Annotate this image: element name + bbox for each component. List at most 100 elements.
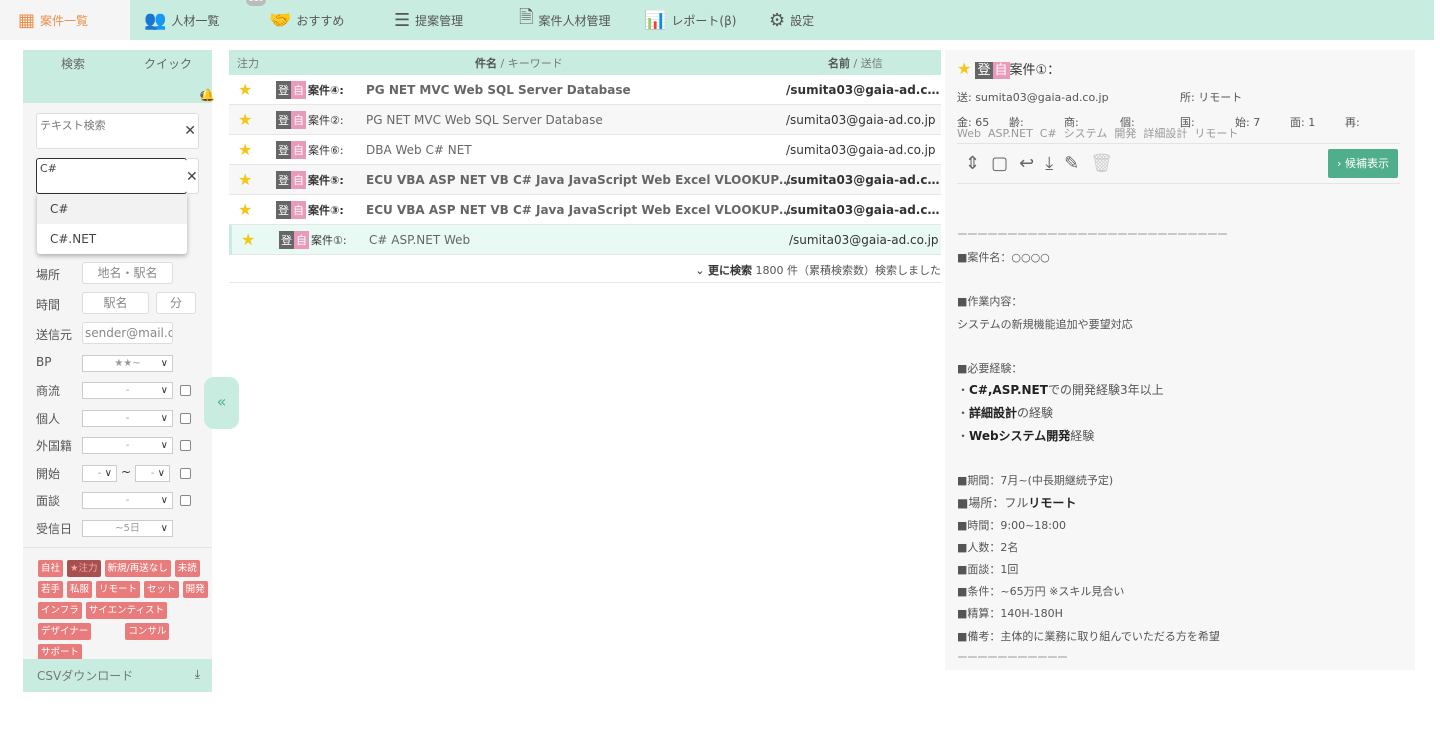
interview-checkbox[interactable] (180, 495, 191, 506)
row-name: 案件②: (308, 113, 344, 127)
tag-button[interactable]: ★注力 (67, 560, 101, 577)
csv-download-button[interactable]: CSVダウンロード ⤓ (23, 659, 212, 692)
chevron-down-icon: ∨ (157, 468, 165, 479)
self-tag: 自 (291, 140, 306, 159)
row-sender: /sumita03@gaia-ad.c… (786, 172, 940, 187)
time-label: 時間 (36, 298, 61, 312)
text-search-input[interactable]: テキスト検索 ✕ (36, 113, 199, 149)
tab-settings[interactable]: ⚙ 設定 (755, 0, 828, 40)
start-checkbox[interactable] (180, 468, 191, 479)
registered-tag: 登 (276, 80, 291, 99)
foreign-checkbox[interactable] (180, 440, 191, 451)
header-title[interactable]: 件名 / キーワード (475, 55, 563, 71)
bar-chart-icon: 📊 (644, 9, 667, 31)
place-input[interactable]: 地名・駅名 (82, 262, 173, 284)
header-name[interactable]: 名前 / 送信 (828, 55, 883, 71)
memo-icon[interactable]: ▢ (991, 153, 1008, 174)
star-icon[interactable]: ★ (238, 80, 252, 99)
tag-button[interactable]: サイエンティスト (85, 602, 168, 619)
download-icon[interactable]: ⤓ (1045, 153, 1053, 174)
trash-icon[interactable]: 🗑 (1090, 153, 1113, 174)
body-line: システムの新規機能追加や要望対応 (957, 318, 1133, 331)
sender-input[interactable]: sender@mail.com (82, 322, 173, 344)
double-chevron-left-icon: « (216, 392, 227, 411)
tag-button[interactable]: リモート (96, 581, 141, 598)
search-more[interactable]: ⌄ 更に検索 1800 件（累積検索数）検索しました (229, 255, 941, 283)
shozai-checkbox[interactable] (180, 385, 191, 396)
kojin-select[interactable]: - ∨ (82, 410, 173, 427)
detail-field: 面: 1 (1290, 116, 1316, 129)
bell-icon[interactable]: 🔔 (200, 88, 215, 102)
table-row[interactable]: ★ 登自案件①: C# ASP.NET Web /sumita03@gaia-a… (229, 225, 941, 255)
show-candidates-button[interactable]: › 候補表示 (1328, 149, 1398, 178)
star-icon[interactable]: ★ (238, 200, 252, 219)
star-icon[interactable]: ★ (238, 140, 252, 159)
tab-proposals[interactable]: ☰ 提案管理 (380, 0, 505, 40)
table-row[interactable]: ★ 登自案件④: PG NET MVC Web SQL Server Datab… (229, 75, 941, 105)
start-from-select[interactable]: - ∨ (82, 465, 117, 482)
registered-tag: 登 (276, 110, 291, 129)
received-select[interactable]: ~5日 ∨ (82, 520, 173, 537)
tab-report[interactable]: 📊 レポート(β) (630, 0, 755, 40)
table-row[interactable]: ★ 登自案件③: ECU VBA ASP NET VB C# Java Java… (229, 195, 941, 225)
suggestion-item[interactable]: C#.NET (37, 224, 187, 254)
table-row[interactable]: ★ 登自案件②: PG NET MVC Web SQL Server Datab… (229, 105, 941, 135)
body-line: ■条件：~65万円 ※スキル見合い (957, 585, 1125, 598)
tag-button[interactable]: コンサル (125, 623, 170, 640)
star-icon[interactable]: ★ (241, 230, 255, 249)
minutes-input[interactable]: 分 (156, 292, 196, 314)
body-line: ■期間：7月~(中長期継続予定) (957, 474, 1114, 487)
row-sender: /sumita03@gaia-ad.c… (786, 82, 940, 97)
collapse-sidebar-button[interactable]: « (204, 377, 239, 429)
tab-quick[interactable]: クイック (144, 55, 192, 72)
tab-projects[interactable]: ▦ 案件一覧 (0, 0, 130, 40)
shozai-select[interactable]: - ∨ (82, 382, 173, 399)
star-icon[interactable]: ★ (238, 110, 252, 129)
interview-select[interactable]: - ∨ (82, 492, 173, 509)
station-input[interactable]: 駅名 (82, 292, 149, 314)
expand-icon[interactable]: ⇕ (965, 153, 980, 174)
star-icon[interactable]: ★ (957, 59, 971, 78)
body-line: ■精算：140H-180H (957, 607, 1063, 620)
tag-button[interactable]: 自社 (38, 560, 64, 577)
tab-recommend[interactable]: 🤝 おすすめ (255, 0, 380, 40)
row-tags: 登自案件⑤: (276, 170, 346, 189)
row-sender: /sumita03@gaia-ad.co.jp (789, 232, 939, 247)
chevron-down-icon: ∨ (160, 440, 168, 451)
row-title: ECU VBA ASP NET VB C# Java JavaScript We… (366, 202, 792, 217)
tag-button[interactable]: セット (144, 581, 179, 598)
foreign-select[interactable]: - ∨ (82, 437, 173, 454)
table-row[interactable]: ★ 登自案件⑥: DBA Web C# NET /sumita03@gaia-a… (229, 135, 941, 165)
table-row[interactable]: ★ 登自案件⑤: ECU VBA ASP NET VB C# Java Java… (229, 165, 941, 195)
reply-icon[interactable]: ↩ (1019, 153, 1034, 174)
clear-icon[interactable]: ✕ (184, 123, 196, 139)
tab-search[interactable]: 検索 (61, 55, 85, 72)
detail-toolbar: ⇕ ▢ ↩ ⤓ ✎ 🗑 (965, 153, 1113, 174)
header-focus[interactable]: 注力 (237, 55, 259, 71)
star-icon[interactable]: ★ (238, 170, 252, 189)
bp-select[interactable]: ★★~ ∨ (82, 355, 173, 372)
kojin-checkbox[interactable] (180, 413, 191, 424)
keyword-input[interactable]: C# (36, 158, 187, 194)
tab-project-talent[interactable]: 🗎 案件人材管理 (505, 0, 630, 40)
tag-button[interactable]: デザイナー (38, 623, 92, 640)
tab-talent[interactable]: 👥 人材一覧 (130, 0, 255, 40)
tag-button[interactable]: 若手 (38, 581, 64, 598)
suggestion-item[interactable]: C# (37, 194, 187, 224)
tag-button[interactable]: 開発 (182, 581, 208, 598)
start-to-select[interactable]: - ∨ (135, 465, 170, 482)
place-label: 場所 (36, 268, 61, 282)
chevron-down-icon: ∨ (160, 413, 168, 424)
tag-button[interactable]: インフラ (38, 602, 82, 619)
tag-button[interactable]: 未読 (174, 560, 200, 577)
body-line: ■必要経験： (957, 362, 1023, 375)
tag-button[interactable]: 新規/再送なし (104, 560, 171, 577)
search-sidebar: 検索 クイック ⟳ ⊥ ◆ 🔔 テキスト検索 ✕ C# ✕ 場所 地名・駅名 時間 駅名… (23, 50, 215, 692)
keyword-clear[interactable]: ✕ (186, 158, 199, 194)
body-separator: ーーーーーーーーーーーーーーーーーーーーーーーーーーー (957, 228, 1228, 241)
registered-tag: 登 (276, 200, 291, 219)
tag-button[interactable]: 私服 (67, 581, 93, 598)
edit-icon[interactable]: ✎ (1064, 153, 1079, 174)
clear-icon[interactable]: ✕ (186, 169, 198, 185)
row-title: PG NET MVC Web SQL Server Database (366, 112, 603, 127)
